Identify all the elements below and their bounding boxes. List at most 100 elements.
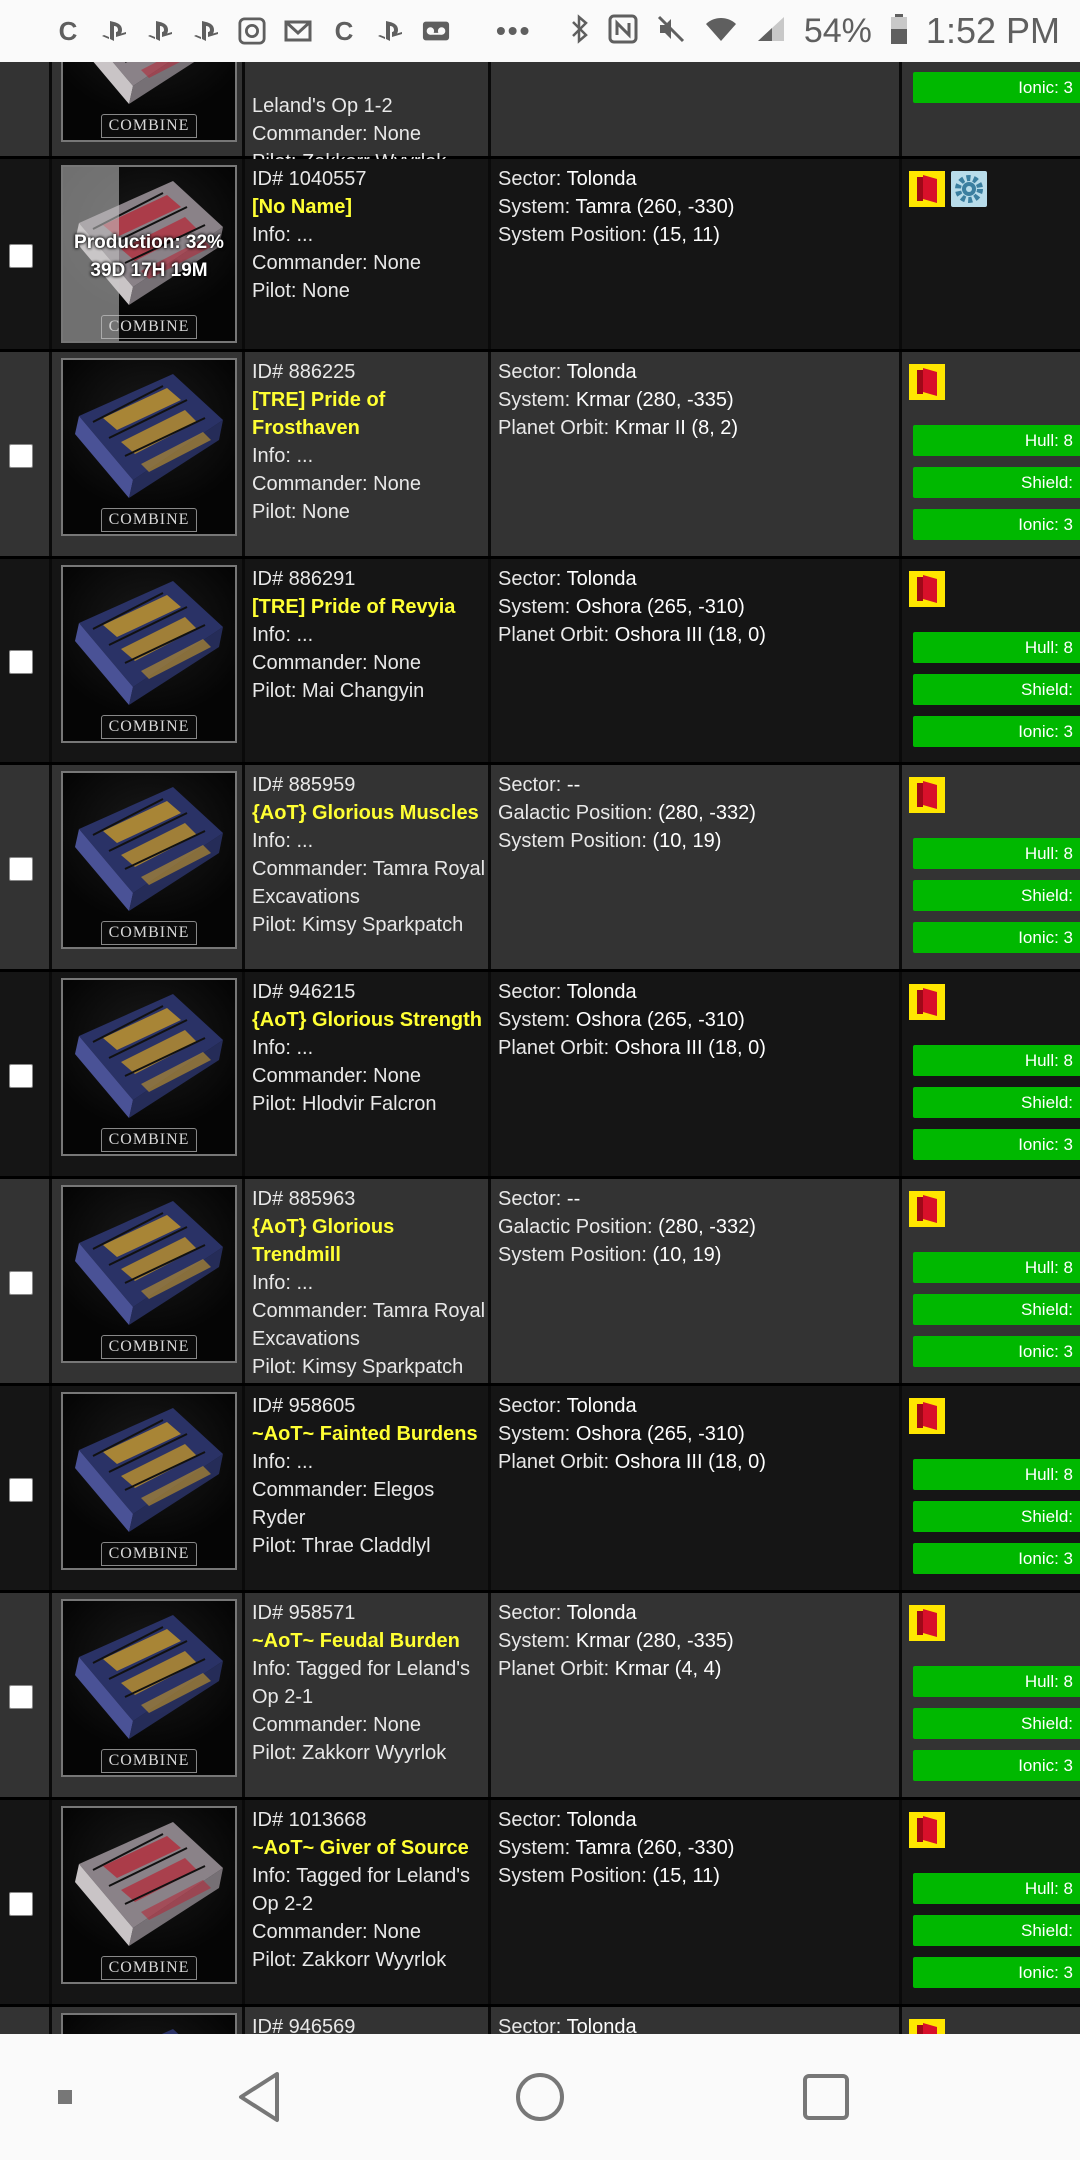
location-value[interactable]: Oshora III (18, 0) — [615, 1451, 766, 1473]
ship-image[interactable]: COMBINE — [61, 62, 237, 142]
ship-image[interactable]: COMBINE — [61, 771, 237, 949]
ship-name-link[interactable]: ~AoT~ Giver of Source — [252, 1834, 488, 1862]
shield-bar: Shield: — [913, 880, 1080, 911]
combine-logo: COMBINE — [101, 114, 197, 138]
location-value[interactable]: (280, -332) — [658, 802, 756, 824]
location-value[interactable]: (15, 11) — [653, 224, 720, 246]
location-value[interactable]: (10, 19) — [653, 1244, 722, 1266]
location-value[interactable]: Tolonda — [567, 1395, 637, 1417]
door-flag-icon[interactable] — [909, 364, 945, 400]
location-value[interactable]: Oshora III (18, 0) — [615, 624, 766, 646]
location-value[interactable]: Krmar (280, -335) — [576, 1630, 734, 1652]
back-button[interactable] — [220, 2034, 300, 2160]
location-value[interactable]: -- — [567, 1188, 580, 1210]
ship-location-cell: Sector: Tolonda System: Oshora (265, -310… — [494, 1386, 902, 1590]
playstation-icon — [376, 17, 404, 45]
select-checkbox[interactable] — [9, 1064, 33, 1088]
door-flag-icon[interactable] — [909, 571, 945, 607]
ship-name-link[interactable]: [TRE] Pride of Frosthaven — [252, 386, 488, 442]
ship-name-link[interactable]: {AoT} Glorious Muscles — [252, 799, 488, 827]
select-checkbox[interactable] — [9, 650, 33, 674]
location-value[interactable]: Krmar II (8, 2) — [615, 417, 738, 439]
door-flag-icon[interactable] — [909, 984, 945, 1020]
ship-name-link[interactable]: [No Name] — [252, 193, 488, 221]
door-flag-icon[interactable] — [909, 1191, 945, 1227]
ship-image-cell: COMBINE — [55, 62, 245, 156]
location-value[interactable]: (10, 19) — [653, 830, 722, 852]
location-value[interactable]: Tamra (260, -330) — [575, 1837, 734, 1859]
location-value[interactable]: Tolonda — [567, 568, 637, 590]
wifi-icon — [704, 15, 738, 48]
location-value[interactable]: Tolonda — [567, 168, 637, 190]
location-value[interactable]: Oshora (265, -310) — [576, 596, 745, 618]
ship-image[interactable]: COMBINE — [61, 2013, 237, 2034]
gear-icon[interactable] — [951, 171, 987, 207]
ship-image-cell: COMBINE — [55, 2007, 245, 2034]
ship-name-link[interactable]: {AoT} Glorious Strength — [252, 1006, 488, 1034]
select-cell — [0, 1593, 52, 1797]
location-value[interactable]: Oshora (265, -310) — [576, 1009, 745, 1031]
location-value[interactable]: Tolonda — [567, 2016, 637, 2034]
production-status: Production: 32% 39D 17H 19M — [63, 229, 235, 285]
playstation-icon — [146, 17, 174, 45]
location-line: System: Oshora (265, -310) — [498, 1006, 899, 1034]
location-value[interactable]: Tamra (260, -330) — [575, 196, 734, 218]
ship-info-line: Pilot: None — [252, 280, 350, 302]
ship-info-line: ID# 946215 — [252, 981, 356, 1003]
location-value[interactable]: (15, 11) — [653, 1865, 720, 1887]
location-value[interactable]: Tolonda — [567, 1809, 637, 1831]
location-value[interactable]: Krmar (280, -335) — [576, 389, 734, 411]
select-checkbox[interactable] — [9, 1478, 33, 1502]
ship-image-cell: COMBINE — [55, 352, 245, 556]
select-checkbox[interactable] — [9, 1892, 33, 1916]
location-label: System: — [498, 596, 571, 618]
select-checkbox[interactable] — [9, 1271, 33, 1295]
ship-image[interactable]: COMBINE — [61, 565, 237, 743]
select-checkbox[interactable] — [9, 857, 33, 881]
combine-logo: COMBINE — [101, 921, 197, 945]
ship-info-line: Info: ... — [252, 1037, 314, 1059]
ship-name-link[interactable]: ~AoT~ Feudal Burden — [252, 1627, 488, 1655]
ship-image[interactable]: COMBINE — [61, 358, 237, 536]
ship-row: COMBINE ID# 886225 [TRE] Pride of Frosthav… — [0, 352, 1080, 559]
ship-image-cell: COMBINE — [55, 765, 245, 969]
location-value[interactable]: Tolonda — [567, 1602, 637, 1624]
door-flag-icon[interactable] — [909, 1605, 945, 1641]
bluetooth-icon — [570, 13, 590, 50]
door-flag-icon[interactable] — [909, 2019, 945, 2034]
location-value[interactable]: Tolonda — [567, 981, 637, 1003]
ship-image[interactable]: COMBINE — [61, 1599, 237, 1777]
ship-name-link[interactable]: ~AoT~ Fainted Burdens — [252, 1420, 488, 1448]
location-value[interactable]: Oshora (265, -310) — [576, 1423, 745, 1445]
ionic-bar: Ionic: 3 — [913, 716, 1080, 747]
door-flag-icon[interactable] — [909, 1398, 945, 1434]
overview-button[interactable] — [786, 2034, 866, 2160]
door-flag-icon[interactable] — [909, 171, 945, 207]
select-checkbox[interactable] — [9, 244, 33, 268]
ship-image[interactable]: COMBINE — [61, 1185, 237, 1363]
door-flag-icon[interactable] — [909, 1812, 945, 1848]
ionic-bar: Ionic: 3 — [913, 509, 1080, 540]
ship-name-link[interactable]: [TRE] Pride of Revyia — [252, 593, 488, 621]
select-checkbox[interactable] — [9, 444, 33, 468]
location-value[interactable]: Oshora III (18, 0) — [615, 1037, 766, 1059]
ship-image[interactable]: COMBINE Production: 32% 39D 17H 19M — [61, 165, 237, 343]
home-button[interactable] — [500, 2034, 580, 2160]
select-checkbox[interactable] — [9, 1685, 33, 1709]
door-flag-icon[interactable] — [909, 777, 945, 813]
location-value[interactable]: -- — [567, 774, 580, 796]
ship-image[interactable]: COMBINE — [61, 1392, 237, 1570]
location-line: System: Krmar (280, -335) — [498, 386, 899, 414]
location-value[interactable]: Krmar (4, 4) — [615, 1658, 722, 1680]
app-icon — [238, 17, 266, 45]
ship-image[interactable]: COMBINE — [61, 978, 237, 1156]
ship-info-line: Commander: None — [252, 473, 421, 495]
location-label: Sector: — [498, 361, 562, 383]
location-value[interactable]: Tolonda — [567, 361, 637, 383]
ship-location-cell: Sector: Tolonda System: Tamra (260, -330)… — [494, 159, 902, 349]
ship-info-line: Info: ... — [252, 624, 314, 646]
ship-image[interactable]: COMBINE — [61, 1806, 237, 1984]
ship-name-link[interactable]: {AoT} Glorious Trendmill — [252, 1213, 488, 1269]
location-value[interactable]: (280, -332) — [658, 1216, 756, 1238]
recents-dot-button[interactable] — [40, 2034, 90, 2160]
